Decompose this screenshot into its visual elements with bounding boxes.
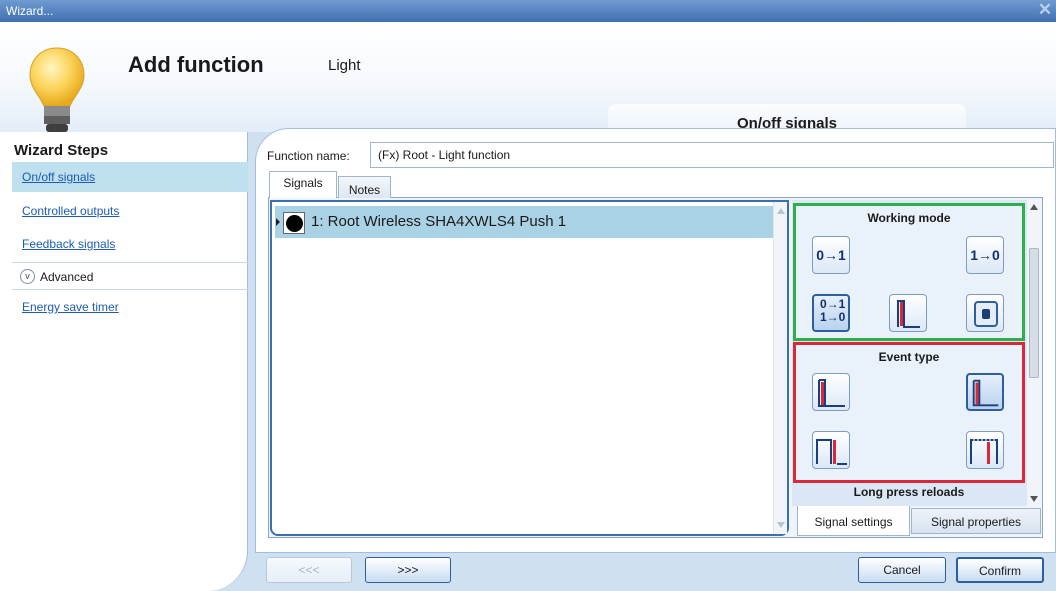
signals-scrollbar[interactable]: [773, 202, 787, 534]
falling-edge-button[interactable]: 1→0: [966, 236, 1004, 274]
event-type-group: Event type: [793, 342, 1025, 483]
long-press-button[interactable]: [966, 373, 1004, 411]
pulse-icon: [816, 439, 847, 465]
pulse-hold-button[interactable]: [966, 431, 1004, 469]
event-type-title: Event type: [878, 350, 940, 364]
long-press-reloads-label: Long press reloads: [853, 485, 965, 499]
sidebar-item-controlled-outputs[interactable]: Controlled outputs: [12, 196, 248, 226]
tab-signals[interactable]: Signals: [269, 171, 337, 198]
device-mode-button[interactable]: [966, 294, 1004, 332]
working-mode-title: Working mode: [867, 211, 951, 225]
working-mode-group: Working mode 0→1 1→0 0→1 1→0: [793, 203, 1025, 341]
sidebar-title: Wizard Steps: [14, 142, 109, 159]
function-name-field[interactable]: (Fx) Root - Light function: [370, 142, 1054, 168]
function-name-label: Function name:: [267, 149, 350, 163]
scroll-up-icon[interactable]: [777, 208, 785, 214]
push-button-icon: [283, 212, 305, 234]
confirm-button[interactable]: Confirm: [956, 557, 1044, 583]
advanced-expander[interactable]: v Advanced: [12, 262, 248, 290]
pulse-red-icon: [897, 300, 920, 328]
back-button[interactable]: <<<: [266, 557, 352, 583]
list-item[interactable]: 1: Root Wireless SHA4XWLS4 Push 1: [275, 206, 773, 238]
expand-arrow-icon[interactable]: [276, 218, 280, 226]
pulse-mode-button[interactable]: [889, 294, 927, 332]
both-edges-button[interactable]: 0→1 1→0: [812, 294, 850, 332]
rising-edge-button[interactable]: 0→1: [812, 236, 850, 274]
scroll-down-icon[interactable]: [777, 522, 785, 528]
sidebar-item-onoff-signals[interactable]: On/off signals: [12, 162, 248, 192]
wizard-steps-sidebar: Wizard Steps On/off signals Controlled o…: [0, 132, 248, 591]
scroll-up-icon[interactable]: [1030, 204, 1038, 210]
sidebar-item-energy-save-timer[interactable]: Energy save timer: [12, 292, 248, 322]
page-title: Add function: [128, 52, 264, 77]
signals-list: 1: Root Wireless SHA4XWLS4 Push 1: [270, 200, 789, 536]
close-icon[interactable]: ✕: [1036, 0, 1054, 20]
short-press-icon: [818, 379, 845, 407]
scroll-thumb[interactable]: [1029, 248, 1039, 378]
next-button[interactable]: >>>: [365, 557, 451, 583]
wizard-header: Add function Light On/off signals: [0, 22, 1056, 142]
pulse-hold-icon: [970, 439, 998, 464]
cancel-button[interactable]: Cancel: [858, 557, 946, 583]
properties-scrollbar[interactable]: [1027, 200, 1041, 506]
advanced-label: Advanced: [40, 270, 94, 284]
function-type-label: Light: [328, 57, 361, 74]
window-titlebar: Wizard... ✕: [0, 0, 1056, 22]
short-press-button[interactable]: [812, 373, 850, 411]
scroll-down-icon[interactable]: [1030, 496, 1038, 502]
pulse-button[interactable]: [812, 431, 850, 469]
tab-signal-settings[interactable]: Signal settings: [797, 506, 910, 536]
tab-notes[interactable]: Notes: [338, 176, 391, 198]
tab-signal-properties[interactable]: Signal properties: [911, 508, 1041, 534]
window-title: Wizard...: [6, 4, 54, 18]
sidebar-item-feedback-signals[interactable]: Feedback signals: [12, 229, 248, 259]
long-press-icon: [972, 379, 999, 407]
chevron-down-icon: v: [20, 269, 35, 284]
device-icon: [974, 301, 998, 327]
signal-label: 1: Root Wireless SHA4XWLS4 Push 1: [311, 213, 567, 230]
